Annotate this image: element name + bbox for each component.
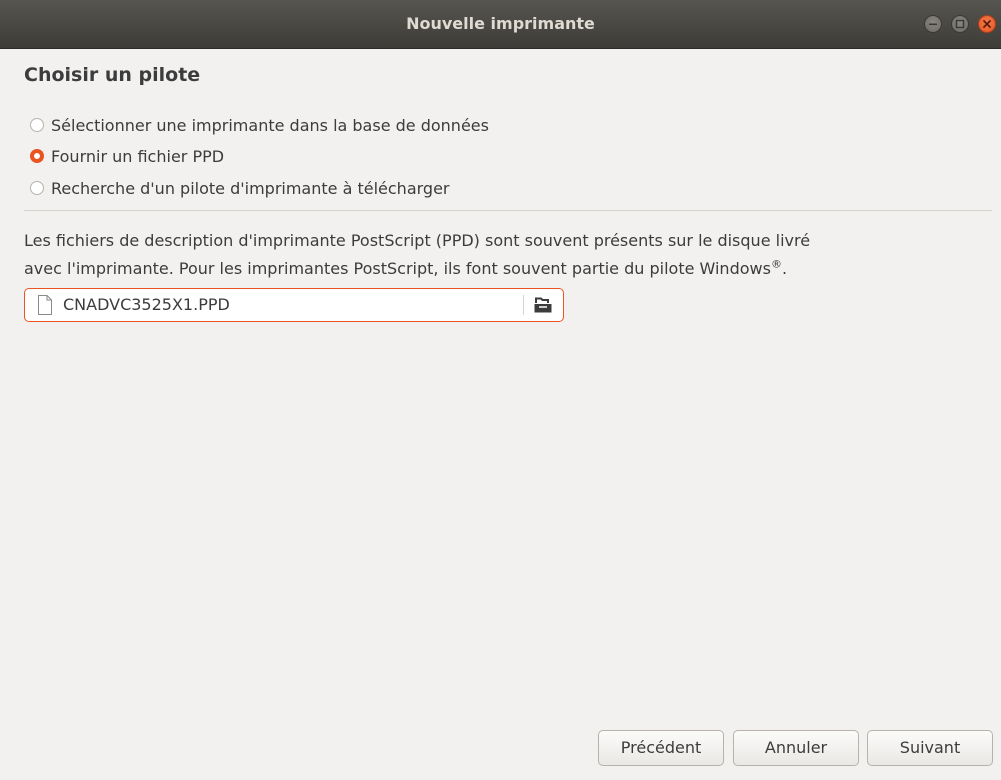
radio-button-database[interactable]	[30, 118, 44, 132]
close-icon	[983, 20, 991, 28]
minimize-icon	[929, 23, 937, 26]
radio-button-download[interactable]	[30, 181, 44, 195]
document-icon	[37, 295, 53, 319]
page-heading: Choisir un pilote	[24, 64, 201, 86]
description-line-2: avec l'imprimante. Pour les imprimantes …	[24, 259, 771, 278]
dialog-window: Nouvelle imprimante Choisir un pilote Sé…	[0, 0, 1001, 780]
radio-select-from-database[interactable]: Sélectionner une imprimante dans la base…	[30, 114, 489, 136]
description-end: .	[781, 259, 788, 278]
ppd-file-chooser[interactable]: CNADVC3525X1.PPD	[24, 288, 564, 322]
previous-button[interactable]: Précédent	[598, 730, 724, 766]
maximize-icon	[955, 19, 965, 29]
radio-button-ppd[interactable]	[30, 149, 44, 163]
radio-provide-ppd[interactable]: Fournir un fichier PPD	[30, 145, 224, 167]
cancel-button[interactable]: Annuler	[733, 730, 859, 766]
next-button[interactable]: Suivant	[867, 730, 993, 766]
folder-open-icon[interactable]	[533, 295, 553, 319]
radio-search-download[interactable]: Recherche d'un pilote d'imprimante à tél…	[30, 177, 450, 199]
file-chooser-divider	[523, 295, 524, 315]
window-title: Nouvelle imprimante	[406, 14, 595, 33]
radio-label-database: Sélectionner une imprimante dans la base…	[51, 115, 489, 135]
radio-label-download: Recherche d'un pilote d'imprimante à tél…	[51, 178, 450, 198]
ppd-file-name: CNADVC3525X1.PPD	[63, 295, 230, 314]
title-bar[interactable]: Nouvelle imprimante	[0, 0, 1001, 49]
minimize-button[interactable]	[924, 15, 942, 33]
registered-mark: ®	[770, 257, 782, 271]
maximize-button[interactable]	[951, 15, 969, 33]
description-line-1: Les fichiers de description d'imprimante…	[24, 231, 811, 250]
close-button[interactable]	[978, 15, 996, 33]
radio-label-ppd: Fournir un fichier PPD	[51, 146, 225, 166]
ppd-description: Les fichiers de description d'imprimante…	[24, 227, 984, 283]
separator	[24, 210, 992, 211]
